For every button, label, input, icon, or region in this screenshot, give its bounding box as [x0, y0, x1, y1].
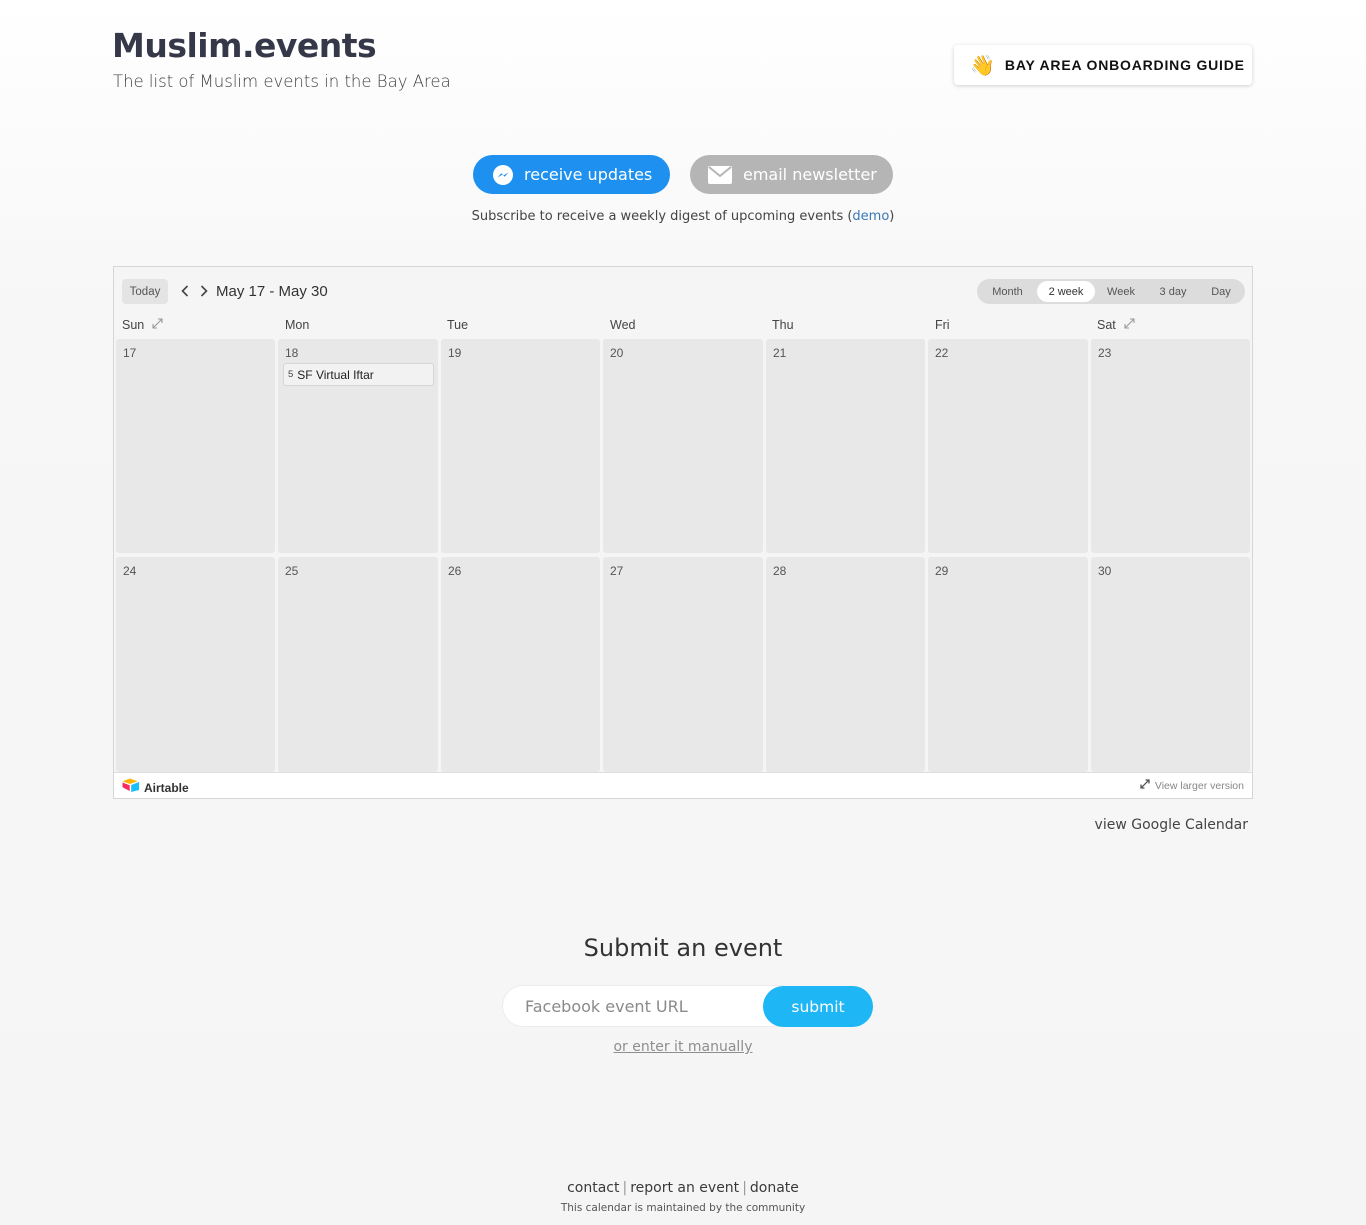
view-larger-link[interactable]: View larger version [1140, 779, 1244, 792]
weekday-tue: Tue [447, 318, 468, 332]
weekday-label: Fri [935, 318, 950, 332]
weekday-label: Tue [447, 318, 469, 332]
receive-updates-button[interactable]: receive updates [473, 155, 670, 194]
day-cell[interactable]: 24 [116, 557, 275, 772]
subscribe-note: Subscribe to receive a weekly digest of … [0, 209, 1366, 224]
weekday-sun: Sun [122, 318, 163, 332]
collapse-weekend-icon[interactable] [152, 318, 163, 332]
site-tagline: The list of Muslim events in the Bay Are… [113, 72, 451, 91]
view-2-week[interactable]: 2 week [1037, 281, 1095, 302]
onboarding-guide-label: BAY AREA ONBOARDING GUIDE [1004, 57, 1245, 73]
calendar-embed: Today May 17 - May 30 Month 2 week Week … [113, 266, 1253, 799]
day-number: 22 [935, 346, 949, 360]
contact-link[interactable]: contact [567, 1180, 619, 1196]
day-cell[interactable]: 28 [766, 557, 925, 772]
collapse-weekend-icon[interactable] [1124, 318, 1135, 332]
weekday-wed: Wed [610, 318, 635, 332]
facebook-url-input[interactable] [503, 986, 783, 1026]
view-switcher: Month 2 week Week 3 day Day [977, 279, 1245, 304]
email-newsletter-button[interactable]: email newsletter [690, 155, 893, 194]
submit-event-title: Submit an event [583, 934, 783, 962]
view-larger-label: View larger version [1154, 779, 1244, 792]
day-cell[interactable]: 17 [116, 339, 275, 553]
day-number: 18 [285, 346, 299, 360]
view-month[interactable]: Month [980, 281, 1035, 302]
footer-links: contact | report an event | donate [0, 1180, 1366, 1196]
day-number: 26 [448, 564, 462, 578]
day-number: 23 [1098, 346, 1112, 360]
weekday-label: Sun [122, 318, 145, 332]
airtable-name: Airtable [144, 780, 189, 795]
footer-separator: | [622, 1180, 628, 1196]
day-cell[interactable]: 25 [278, 557, 438, 772]
day-cell[interactable]: 20 [603, 339, 763, 553]
airtable-brand[interactable]: Airtable [122, 778, 189, 797]
report-event-link[interactable]: report an event [630, 1180, 739, 1196]
calendar-footer: Airtable View larger version [114, 772, 1252, 798]
day-cell[interactable]: 18 5 SF Virtual Iftar [278, 339, 438, 553]
next-arrow-icon[interactable] [196, 282, 212, 300]
footer-note: This calendar is maintained by the commu… [560, 1202, 806, 1214]
envelope-icon [708, 165, 732, 184]
today-button[interactable]: Today [122, 279, 168, 304]
enter-manually-link[interactable]: or enter it manually [613, 1039, 752, 1055]
expand-icon [1140, 779, 1150, 792]
day-number: 27 [610, 564, 624, 578]
subscribe-note-text: Subscribe to receive a weekly digest of … [471, 209, 853, 224]
email-newsletter-label: email newsletter [743, 165, 877, 184]
day-cell[interactable]: 21 [766, 339, 925, 553]
day-number: 20 [610, 346, 624, 360]
weekday-label: Sat [1097, 318, 1116, 332]
view-day[interactable]: Day [1201, 281, 1241, 302]
event-time: 5 [288, 369, 294, 380]
google-calendar-link[interactable]: view Google Calendar [1095, 817, 1248, 833]
day-number: 24 [123, 564, 137, 578]
demo-link[interactable]: demo [852, 209, 889, 224]
day-number: 21 [773, 346, 787, 360]
day-number: 19 [448, 346, 462, 360]
day-cell[interactable]: 22 [928, 339, 1088, 553]
waving-hand-icon: 👋 [970, 53, 995, 77]
airtable-logo-icon [122, 778, 140, 797]
event-chip[interactable]: 5 SF Virtual Iftar [283, 363, 434, 386]
day-number: 30 [1098, 564, 1112, 578]
day-cell[interactable]: 29 [928, 557, 1088, 772]
date-range-label: May 17 - May 30 [216, 283, 328, 300]
day-cell[interactable]: 26 [441, 557, 600, 772]
day-number: 28 [773, 564, 787, 578]
footer-separator: | [742, 1180, 747, 1196]
weekday-label: Wed [610, 318, 636, 332]
donate-link[interactable]: donate [750, 1180, 799, 1196]
view-week[interactable]: Week [1097, 281, 1145, 302]
weekday-thu: Thu [772, 318, 794, 332]
messenger-icon [493, 164, 513, 185]
day-cell[interactable]: 30 [1091, 557, 1250, 772]
weekday-sat: Sat [1097, 318, 1135, 332]
manual-entry-row: or enter it manually [0, 1039, 1366, 1055]
prev-arrow-icon[interactable] [177, 282, 193, 300]
day-cell[interactable]: 19 [441, 339, 600, 553]
receive-updates-label: receive updates [524, 165, 653, 184]
submit-button[interactable]: submit [763, 986, 873, 1027]
weekday-fri: Fri [935, 318, 950, 332]
site-logo[interactable]: Muslim.events [112, 26, 377, 65]
weekday-label: Thu [772, 318, 794, 332]
day-cell[interactable]: 23 [1091, 339, 1250, 553]
subscribe-note-close: ) [889, 209, 895, 224]
weekday-label: Mon [285, 318, 310, 332]
view-3-day[interactable]: 3 day [1147, 281, 1199, 302]
day-cell[interactable]: 27 [603, 557, 763, 772]
day-number: 29 [935, 564, 949, 578]
day-number: 25 [285, 564, 299, 578]
weekday-mon: Mon [285, 318, 309, 332]
day-number: 17 [123, 346, 137, 360]
onboarding-guide-button[interactable]: 👋 BAY AREA ONBOARDING GUIDE [954, 45, 1252, 85]
event-title: SF Virtual Iftar [297, 367, 374, 382]
